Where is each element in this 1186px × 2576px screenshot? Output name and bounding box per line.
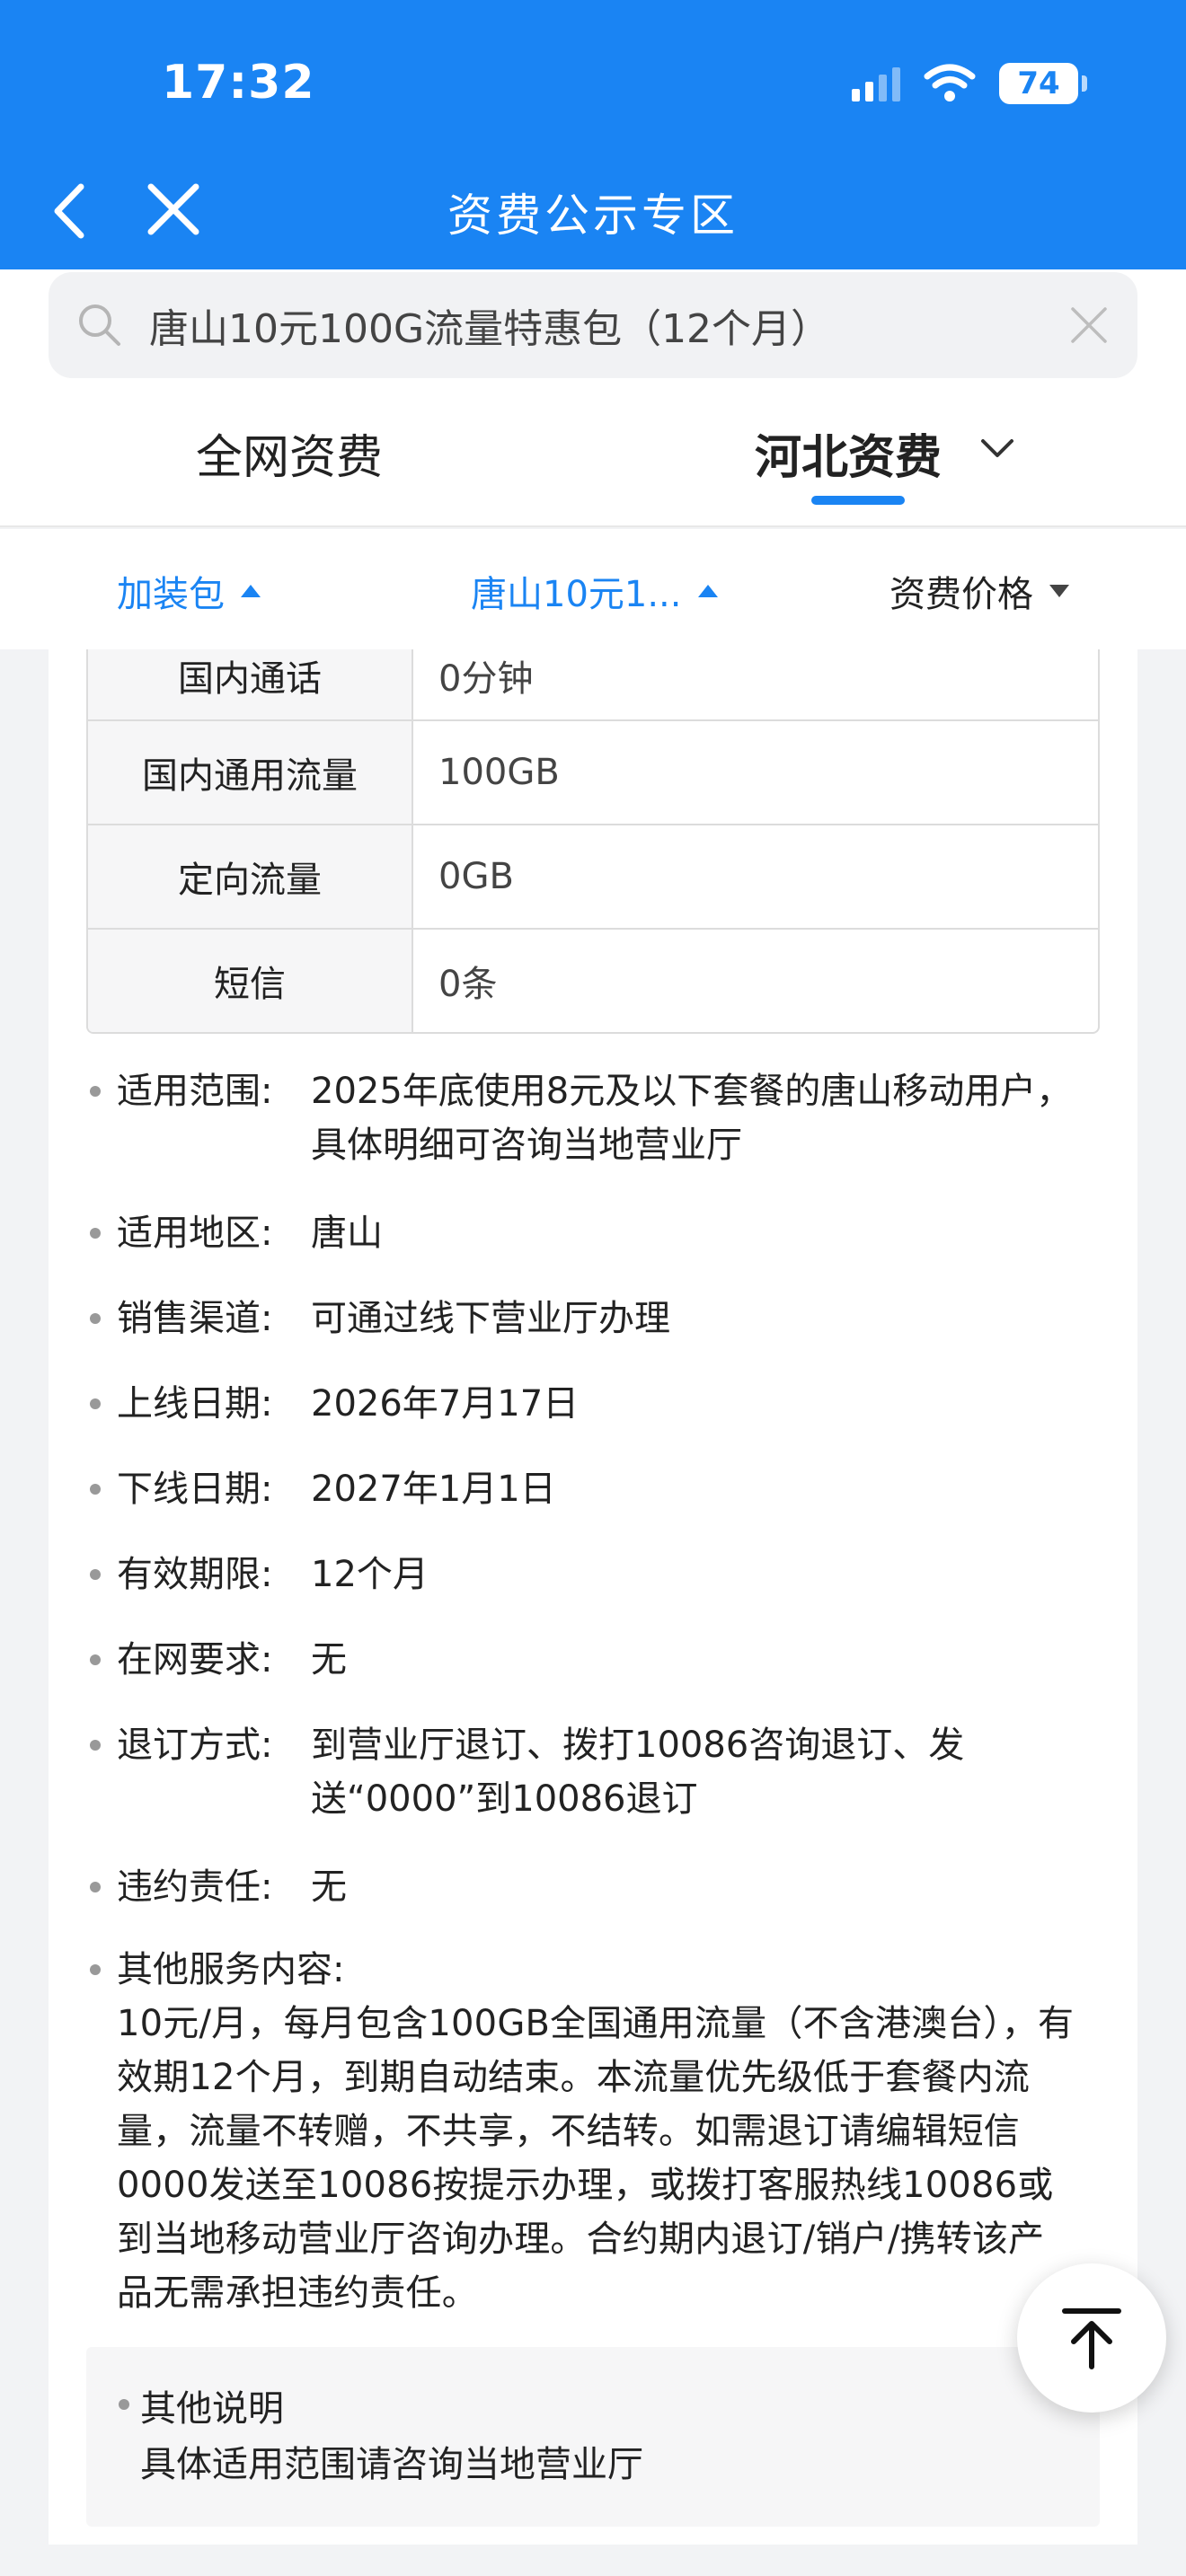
info-value: 可通过线下营业厅办理: [311, 1298, 670, 1339]
notes-title: 其他说明: [140, 2388, 284, 2430]
table-row: 短信 0条: [88, 928, 1098, 1032]
region-tabs: 全网资费 河北资费: [0, 382, 1186, 527]
bullet: [90, 1964, 101, 1975]
chevron-down-icon[interactable]: [979, 436, 1015, 463]
info-value: 2027年1月1日: [311, 1469, 556, 1510]
info-value: 12个月: [311, 1554, 429, 1595]
info-label: 违约责任:: [117, 1866, 273, 1908]
back-to-top-button[interactable]: [1017, 2263, 1166, 2413]
active-tab-indicator: [811, 496, 905, 505]
other-service-section: 其他服务内容: 10元/月，每月包含100GB全国通用流量（不含港澳台），有效期…: [86, 1943, 1120, 2320]
sort-down-icon: [1049, 585, 1069, 597]
bullet: [90, 1313, 101, 1324]
status-time: 17:32: [162, 56, 315, 110]
info-label: 适用范围:: [117, 1071, 273, 1112]
info-label: 销售渠道:: [117, 1298, 273, 1339]
top-bar: 17:32 74 资费公示专区: [0, 0, 1186, 269]
info-label: 适用地区:: [117, 1213, 273, 1254]
bullet: [90, 1484, 101, 1495]
spec-key: 国内通话: [88, 649, 413, 719]
bullet: [90, 1569, 101, 1580]
back-to-top-icon: [1062, 2308, 1121, 2369]
bullet: [90, 1398, 101, 1409]
spec-value: 0条: [438, 964, 498, 1005]
info-value: 无: [311, 1639, 347, 1681]
bullet: [90, 1882, 101, 1892]
info-value: 2025年底使用8元及以下套餐的唐山移动用户，具体明细可咨询当地营业厅: [311, 1071, 1073, 1166]
info-label: 上线日期:: [117, 1383, 273, 1425]
info-label: 下线日期:: [117, 1469, 273, 1510]
notes-text: 具体适用范围请咨询当地营业厅: [140, 2444, 643, 2485]
filter-bar: 加装包 唐山10元1... 资费价格: [0, 529, 1186, 649]
tariff-detail-card: 国内通话 0分钟 国内通用流量 100GB 定向流量 0GB 短信 0条 适用范…: [49, 649, 1137, 2545]
spec-value: 0GB: [438, 856, 514, 897]
bullet: [90, 1654, 101, 1665]
status-icons: 74: [852, 63, 1087, 104]
clear-icon[interactable]: [1067, 304, 1111, 347]
spec-key: 定向流量: [88, 825, 413, 928]
spec-value: 0分钟: [438, 658, 534, 700]
wifi-icon: [924, 64, 976, 101]
other-service-label: 其他服务内容:: [117, 1949, 345, 1990]
info-value: 唐山: [311, 1213, 383, 1254]
tab-national-tariff[interactable]: 全网资费: [196, 419, 383, 487]
info-label: 退订方式:: [117, 1725, 273, 1766]
tab-hebei-tariff[interactable]: 河北资费: [755, 419, 942, 487]
spec-key: 短信: [88, 930, 413, 1032]
table-row: 国内通用流量 100GB: [88, 719, 1098, 824]
filter-product[interactable]: 唐山10元1...: [471, 565, 718, 617]
bullet: [90, 1228, 101, 1239]
bullet: [119, 2399, 129, 2410]
other-notes-box: 其他说明 具体适用范围请咨询当地营业厅: [86, 2347, 1100, 2527]
spec-table: 国内通话 0分钟 国内通用流量 100GB 定向流量 0GB 短信 0条: [86, 649, 1100, 1034]
bullet: [90, 1086, 101, 1097]
search-query: 唐山10元100G流量特惠包（12个月）: [149, 306, 831, 352]
filter-category[interactable]: 加装包: [117, 565, 261, 617]
search-area: 唐山10元100G流量特惠包（12个月）: [0, 269, 1186, 382]
table-row: 定向流量 0GB: [88, 824, 1098, 928]
search-input[interactable]: 唐山10元100G流量特惠包（12个月）: [49, 272, 1137, 378]
filter-category-label: 加装包: [117, 574, 225, 615]
sort-up-icon: [697, 585, 718, 597]
sort-up-icon: [241, 585, 261, 597]
info-value: 2026年7月17日: [311, 1383, 580, 1425]
bullet: [90, 1740, 101, 1751]
other-service-body: 10元/月，每月包含100GB全国通用流量（不含港澳台），有效期12个月，到期自…: [117, 2003, 1075, 2314]
filter-price[interactable]: 资费价格: [890, 565, 1069, 617]
info-value: 到营业厅退订、拨打10086咨询退订、发送“0000”到10086退订: [311, 1725, 965, 1820]
info-label: 有效期限:: [117, 1554, 273, 1595]
info-value: 无: [311, 1866, 347, 1908]
table-row: 国内通话 0分钟: [88, 649, 1098, 719]
battery-indicator: 74: [999, 63, 1087, 104]
filter-product-label: 唐山10元1...: [471, 574, 682, 615]
signal-icon: [852, 66, 900, 101]
filter-price-label: 资费价格: [890, 574, 1033, 615]
page-title: 资费公示专区: [447, 190, 739, 242]
spec-value: 100GB: [438, 752, 560, 793]
info-label: 在网要求:: [117, 1639, 273, 1681]
spec-key: 国内通用流量: [88, 721, 413, 824]
search-icon: [79, 304, 120, 346]
